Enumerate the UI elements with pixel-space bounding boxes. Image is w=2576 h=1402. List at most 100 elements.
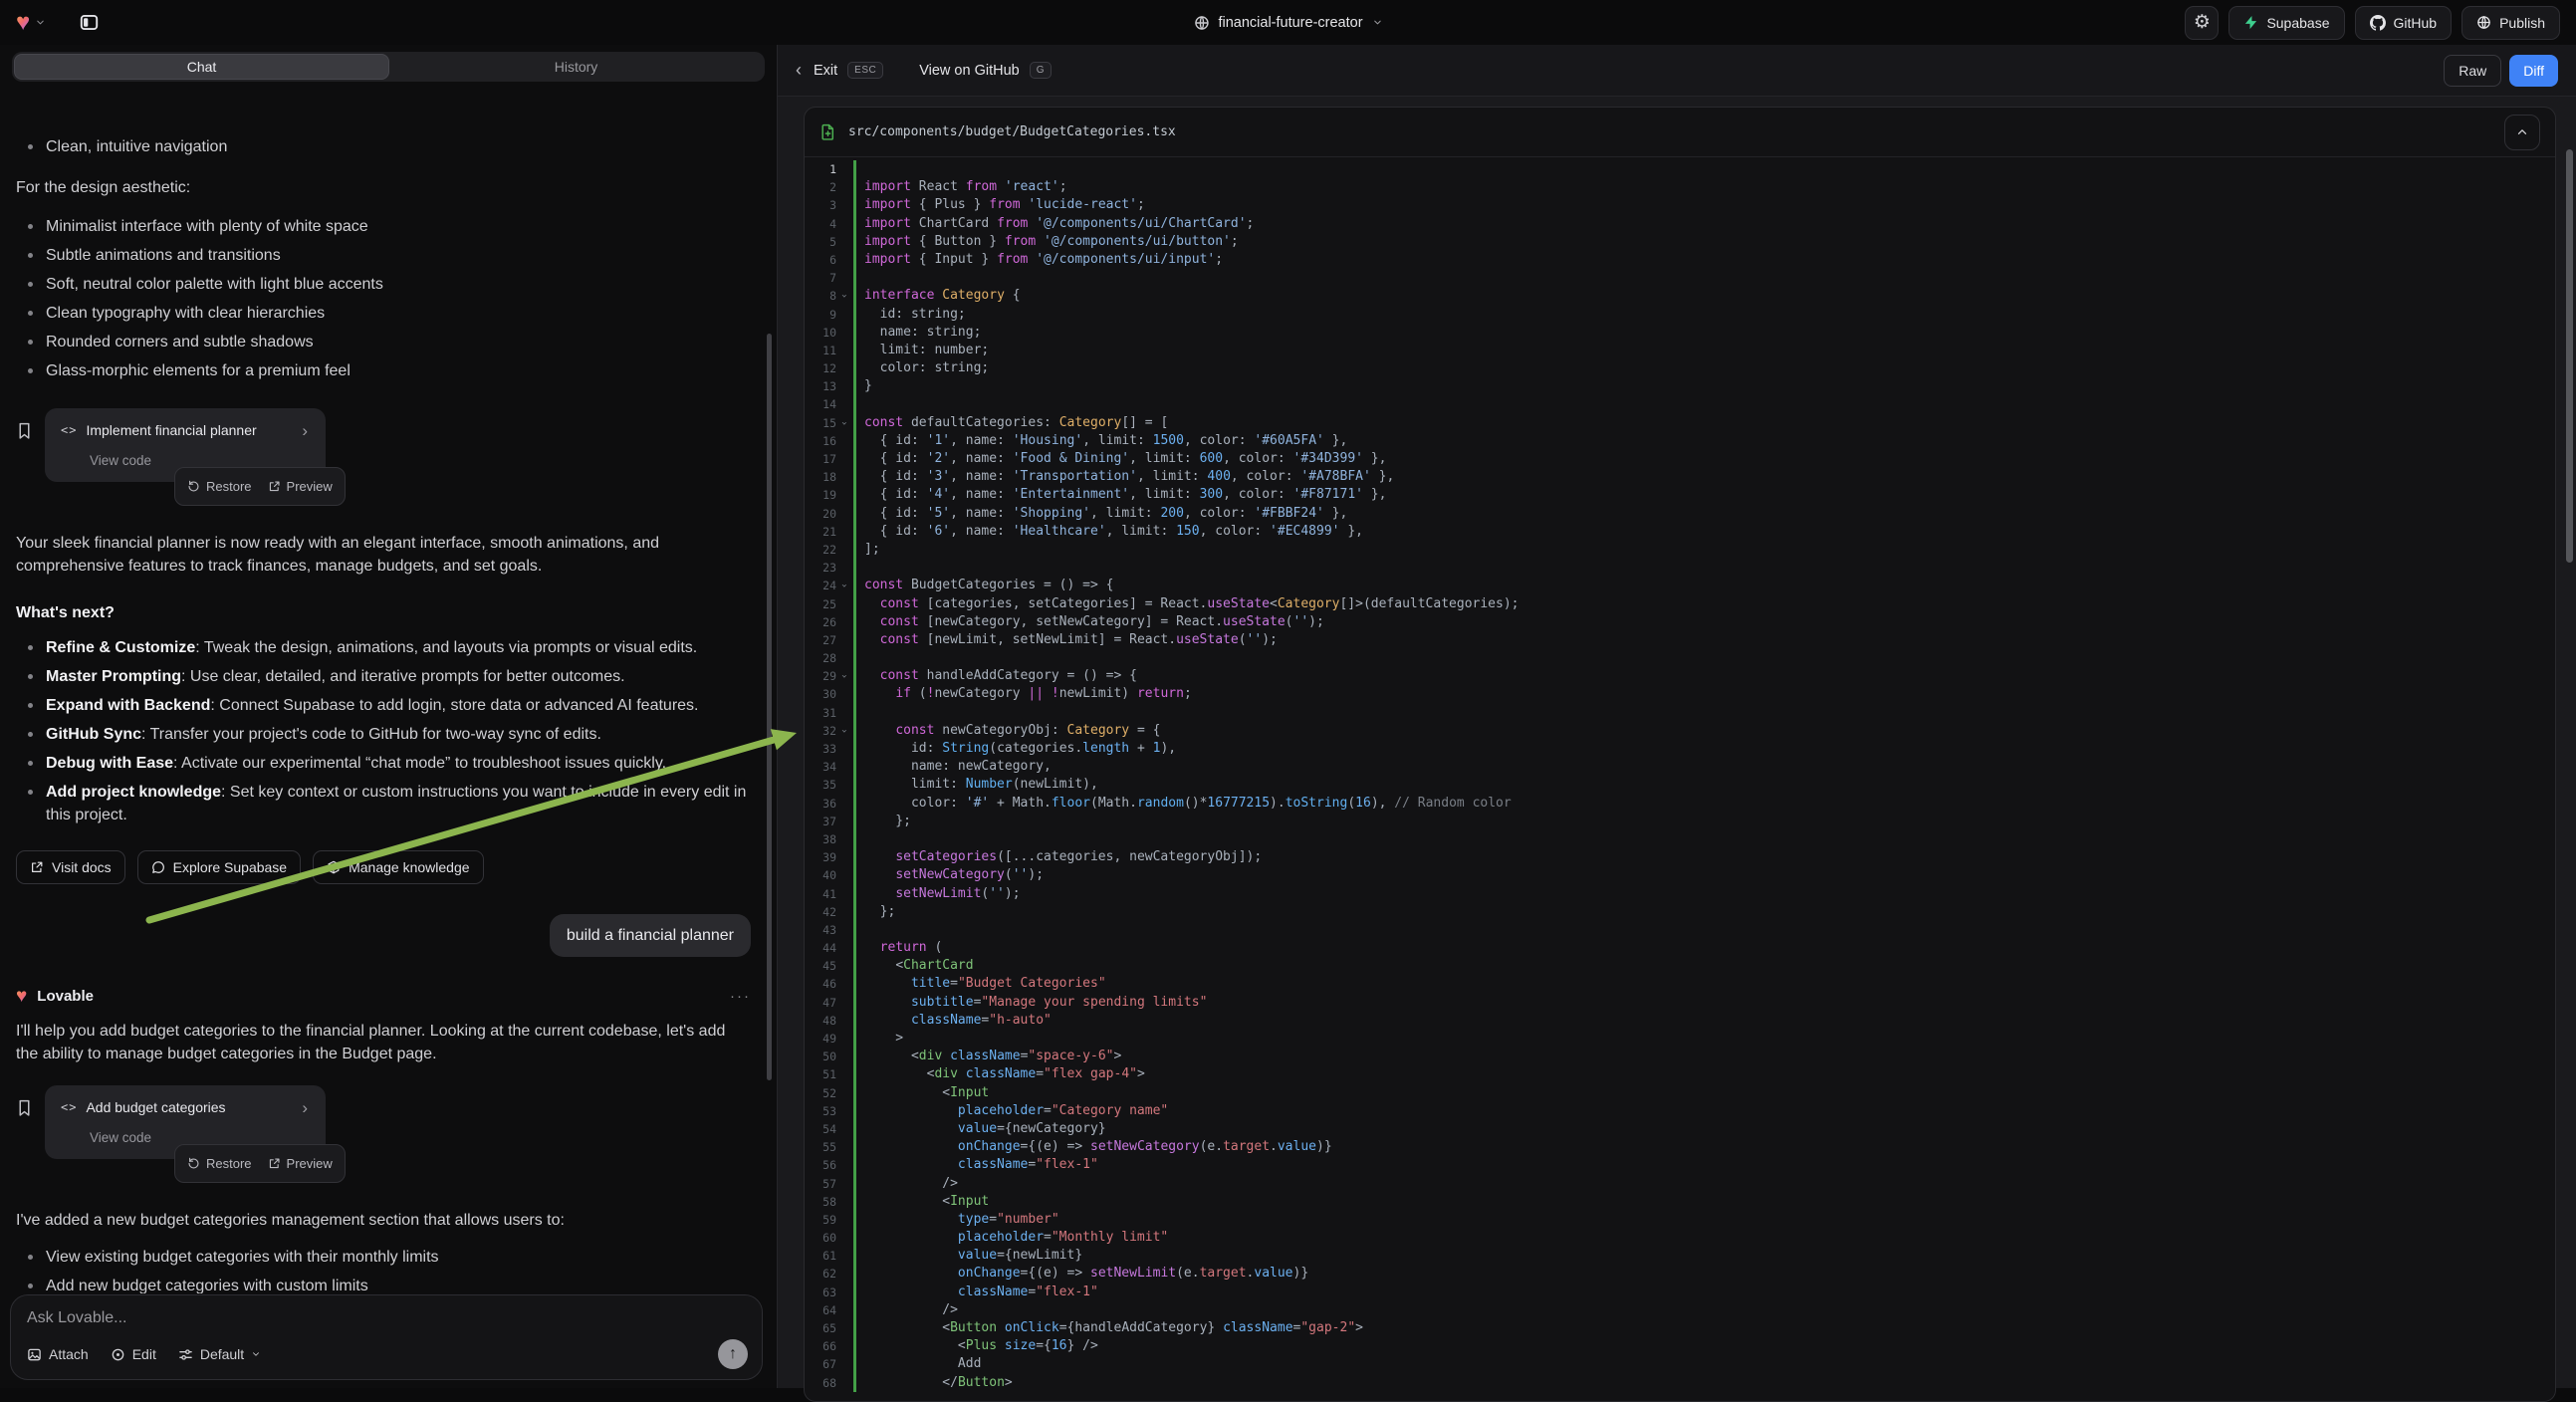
edit-button[interactable]: Edit [111,1346,156,1362]
more-menu-icon[interactable]: ··· [730,985,751,1008]
preview-button[interactable]: Preview [268,1152,333,1175]
esc-keycap: ESC [847,62,883,79]
code-line: 45 <ChartCard [805,957,2555,975]
code-line: 28 [805,649,2555,667]
line-number: 51 [805,1065,836,1083]
restore-button[interactable]: Restore [187,1152,252,1175]
code-text [853,921,2555,939]
tab-chat[interactable]: Chat [14,54,389,80]
code-line: 40 setNewCategory(''); [805,866,2555,884]
code-text: /> [853,1175,2555,1193]
line-number: 21 [805,523,836,541]
visit-docs-button[interactable]: Visit docs [16,850,125,884]
mode-selector[interactable]: Default [178,1346,261,1362]
fold-toggle-icon [836,885,851,903]
manage-knowledge-button[interactable]: Manage knowledge [313,850,483,884]
panel-left-icon [80,13,99,32]
version-card-implement-financial-planner[interactable]: <> Implement financial planner › View co… [45,408,326,482]
raw-toggle-button[interactable]: Raw [2444,55,2501,87]
diff-toggle-button[interactable]: Diff [2509,55,2558,87]
restore-button[interactable]: Restore [187,475,252,498]
list-item: Subtle animations and transitions [16,244,751,267]
line-number: 16 [805,432,836,450]
code-line: 58 <Input [805,1193,2555,1211]
code-editor[interactable]: 12import React from 'react';3import { Pl… [805,158,2555,1401]
code-text [853,160,2555,178]
sidebar-toggle-button[interactable] [72,6,106,40]
code-text: { id: '6', name: 'Healthcare', limit: 15… [853,523,2555,541]
chat-history-tabs: Chat History [12,52,765,82]
fold-toggle-icon [836,269,851,287]
explore-supabase-button[interactable]: Explore Supabase [137,850,301,884]
code-line: 10 name: string; [805,324,2555,342]
code-line: 5import { Button } from '@/components/ui… [805,233,2555,251]
composer[interactable]: Ask Lovable... Attach Edit Default ↑ [10,1294,763,1380]
globe-icon [2476,15,2491,30]
collapse-file-button[interactable] [2504,115,2540,150]
project-switcher[interactable]: financial-future-creator [1193,0,1382,45]
code-text: /> [853,1301,2555,1319]
version-actions: Restore Preview [174,467,346,506]
code-line: 11 limit: number; [805,342,2555,359]
fold-toggle-icon[interactable]: › [836,577,851,594]
send-button[interactable]: ↑ [718,1339,748,1369]
github-button[interactable]: GitHub [2355,6,2453,40]
supabase-button[interactable]: Supabase [2228,6,2344,40]
fold-toggle-icon[interactable]: › [836,414,851,432]
line-number: 63 [805,1284,836,1301]
settings-button[interactable]: ⚙ [2185,6,2219,40]
code-line: 57 /> [805,1175,2555,1193]
fold-toggle-icon [836,324,851,342]
arrow-up-icon: ↑ [729,1345,737,1363]
code-text: const [newLimit, setNewLimit] = React.us… [853,631,2555,649]
fold-toggle-icon [836,178,851,196]
chat-input[interactable]: Ask Lovable... [27,1309,746,1327]
lovable-logo-icon[interactable]: ♥ [16,11,30,35]
code-text: { id: '5', name: 'Shopping', limit: 200,… [853,505,2555,523]
line-number: 2 [805,178,836,196]
line-number: 8 [805,287,836,305]
bookmark-icon[interactable] [16,1099,33,1116]
exit-button[interactable]: Exit [814,63,837,79]
chevron-down-icon[interactable] [35,17,46,28]
attach-button[interactable]: Attach [27,1346,89,1362]
code-line: 55 onChange={(e) => setNewCategory(e.tar… [805,1138,2555,1156]
view-on-github-button[interactable]: View on GitHub [919,63,1019,79]
message-text: I'll help you add budget categories to t… [16,1020,749,1065]
line-number: 38 [805,830,836,848]
sliders-icon [178,1347,193,1362]
fold-toggle-icon [836,848,851,866]
chevron-up-icon [2515,125,2529,139]
code-line: 59 type="number" [805,1211,2555,1229]
line-number: 25 [805,595,836,613]
code-line: 47 subtitle="Manage your spending limits… [805,994,2555,1012]
version-card-add-budget-categories[interactable]: <> Add budget categories › View code Res… [45,1085,326,1159]
line-number: 34 [805,758,836,776]
code-line: 53 placeholder="Category name" [805,1102,2555,1120]
bookmark-icon[interactable] [16,422,33,439]
list-item: Clean, intuitive navigation [16,135,751,158]
line-number: 68 [805,1374,836,1392]
publish-button[interactable]: Publish [2461,6,2560,40]
fold-toggle-icon[interactable]: › [836,667,851,685]
code-line: 13} [805,377,2555,395]
fold-toggle-icon [836,613,851,631]
file-header[interactable]: src/components/budget/BudgetCategories.t… [805,108,2555,157]
chevron-down-icon [251,1349,261,1359]
code-scrollbar[interactable] [2566,149,2573,563]
chat-scrollbar[interactable] [767,334,772,1080]
fold-toggle-icon[interactable]: › [836,722,851,740]
code-text: }; [853,903,2555,921]
added-bullets: View existing budget categories with the… [16,1246,751,1293]
fold-toggle-icon [836,740,851,758]
code-text: const BudgetCategories = () => { [853,577,2555,594]
fold-toggle-icon[interactable]: › [836,287,851,305]
message-text: I've added a new budget categories manag… [16,1209,751,1232]
fold-toggle-icon [836,468,851,486]
code-text: } [853,377,2555,395]
tab-history[interactable]: History [389,54,763,80]
line-number: 54 [805,1120,836,1138]
list-item: Master Prompting: Use clear, detailed, a… [16,665,749,688]
code-line: 3import { Plus } from 'lucide-react'; [805,196,2555,214]
preview-button[interactable]: Preview [268,475,333,498]
